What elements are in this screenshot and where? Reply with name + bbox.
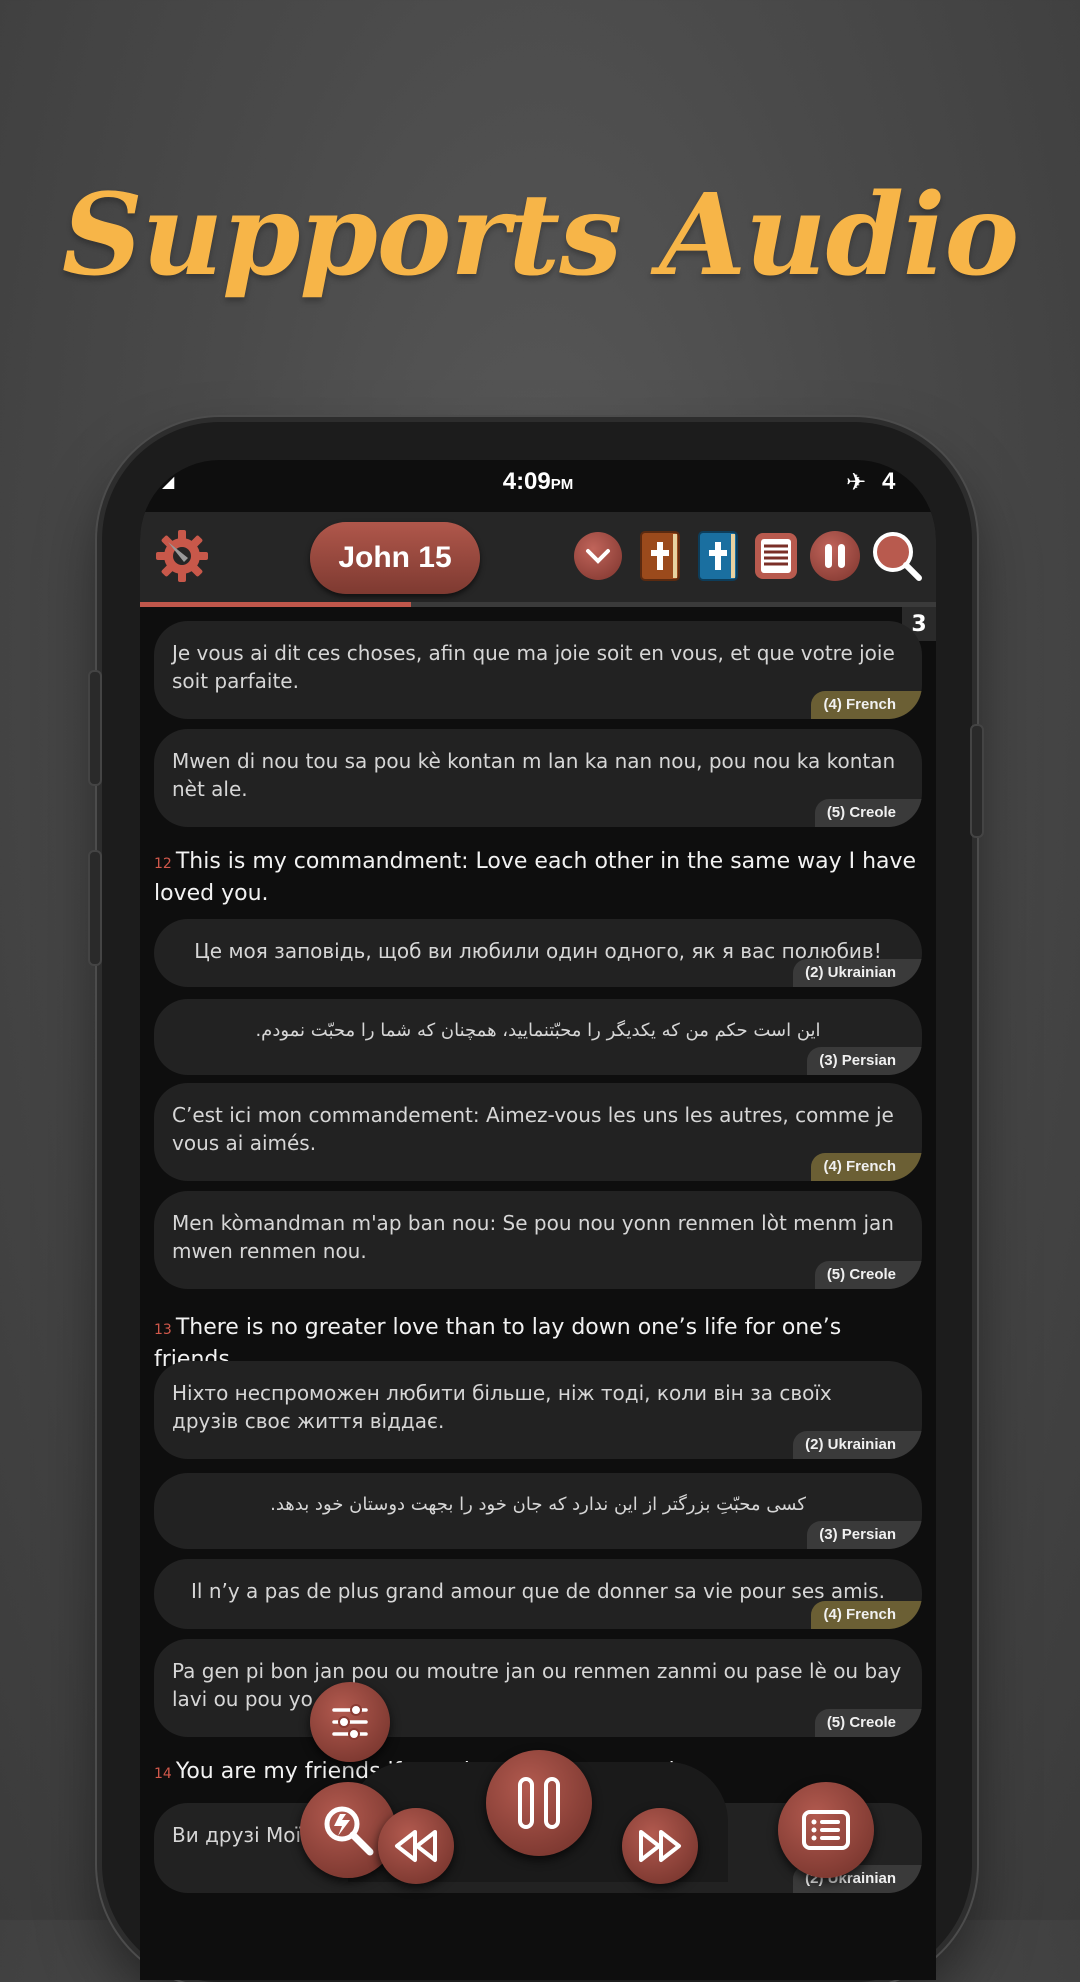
chevron-down-icon[interactable] <box>574 532 622 580</box>
pause-icon[interactable] <box>810 531 860 581</box>
phone-frame: ◢ 4:09PM ✈ 4 John 15 3 Je vous ai dit ce… <box>88 422 984 1982</box>
status-time: 4:09PM <box>502 468 574 495</box>
language-tag: (4) French <box>811 1601 922 1629</box>
translation-text: C’est ici mon commandement: Aimez-vous l… <box>172 1103 894 1155</box>
verse-number: 12 <box>154 856 172 872</box>
search-icon[interactable] <box>870 530 924 582</box>
settings-wrench-gear-icon[interactable] <box>154 528 210 584</box>
bible-blue-icon[interactable] <box>694 530 742 582</box>
translation-text: Men kòmandman m'ap ban nou: Se pou nou y… <box>172 1211 894 1263</box>
airplane-icon: ✈ <box>846 469 867 496</box>
language-tag: (5) Creole <box>814 799 922 827</box>
parallel-text-icon[interactable] <box>752 530 800 582</box>
translation-card[interactable]: این است حکم من که یکدیگر را محبّتنمایید،… <box>154 999 922 1075</box>
translation-text: این است حکم من که یکدیگر را محبّتنمایید،… <box>255 1020 821 1041</box>
translation-text: Je vous ai dit ces choses, afin que ma j… <box>172 641 895 693</box>
language-tag: (3) Persian <box>807 1521 922 1549</box>
rewind-icon[interactable] <box>378 1808 454 1884</box>
translation-card[interactable]: Men kòmandman m'ap ban nou: Se pou nou y… <box>154 1191 922 1289</box>
bible-brown-icon[interactable] <box>636 530 684 582</box>
language-tag: (5) Creole <box>814 1261 922 1289</box>
translation-text: Mwen di nou tou sa pou kè kontan m lan k… <box>172 749 896 801</box>
translation-card[interactable]: Je vous ai dit ces choses, afin que ma j… <box>154 621 922 719</box>
translation-card[interactable]: Ніхто неспроможен любити більше, ніж тод… <box>154 1361 922 1459</box>
translation-card[interactable]: Pa gen pi bon jan pou ou moutre jan ou r… <box>154 1639 922 1737</box>
translation-text: Pa gen pi bon jan pou ou moutre jan ou r… <box>172 1659 902 1711</box>
verse-text[interactable]: 12 This is my commandment: Love each othe… <box>154 847 922 909</box>
verse-body: This is my commandment: Love each other … <box>154 849 917 906</box>
language-tag: (3) Persian <box>807 1047 922 1075</box>
translation-text: Це моя заповідь, щоб ви любили один одно… <box>194 939 882 963</box>
translation-text: Il n’y a pas de plus grand amour que de … <box>191 1579 885 1603</box>
toolbar: John 15 <box>140 512 936 602</box>
headline: Supports Audio <box>61 170 1019 301</box>
translation-card[interactable]: Це моя заповідь, щоб ви любили один одно… <box>154 919 922 987</box>
chapter-title-button[interactable]: John 15 <box>310 522 480 594</box>
app-screen: ◢ 4:09PM ✈ 4 John 15 3 Je vous ai dit ce… <box>140 460 936 1980</box>
status-bar: ◢ 4:09PM ✈ 4 <box>140 460 936 512</box>
battery-level: 4 <box>882 468 896 495</box>
power-button <box>970 724 984 838</box>
translation-card[interactable]: Mwen di nou tou sa pou kè kontan m lan k… <box>154 729 922 827</box>
verse-number: 14 <box>154 1766 172 1782</box>
filter-sliders-icon[interactable] <box>310 1682 390 1762</box>
verse-number: 13 <box>154 1322 172 1338</box>
translation-card[interactable]: کسی محبّتِ بزرگتر از این ندارد که جان خو… <box>154 1473 922 1549</box>
language-tag: (5) Creole <box>814 1709 922 1737</box>
play-pause-icon[interactable] <box>486 1750 592 1856</box>
volume-up-button <box>88 670 102 786</box>
list-icon[interactable] <box>778 1782 874 1878</box>
language-tag: (4) French <box>811 691 922 719</box>
translation-text: Ніхто неспроможен любити більше, ніж тод… <box>172 1381 832 1433</box>
language-tag: (2) Ukrainian <box>793 959 922 987</box>
fast-forward-icon[interactable] <box>622 1808 698 1884</box>
translation-card[interactable]: Il n’y a pas de plus grand amour que de … <box>154 1559 922 1629</box>
language-tag: (2) Ukrainian <box>793 1431 922 1459</box>
volume-down-button <box>88 850 102 966</box>
language-tag: (4) French <box>811 1153 922 1181</box>
translation-text: کسی محبّتِ بزرگتر از این ندارد که جان خو… <box>270 1494 806 1515</box>
translation-card[interactable]: C’est ici mon commandement: Aimez-vous l… <box>154 1083 922 1181</box>
